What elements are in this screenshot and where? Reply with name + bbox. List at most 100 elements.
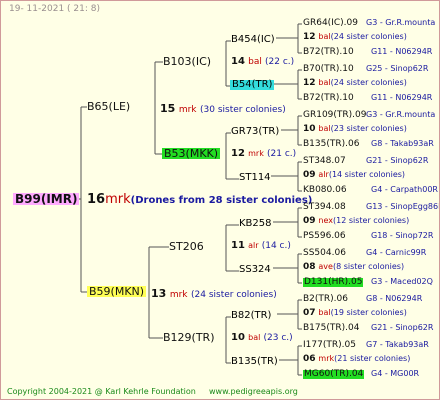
gen3-queen-2: B54(TR) xyxy=(230,79,275,90)
gen2-info-2: 12 mrk (21 c.) xyxy=(231,149,296,159)
gen4-drone-info-7: 07 bal(19 sister colonies) xyxy=(303,309,407,318)
pedigree-frame: 19- 11-2021 ( 21: 8) B99(IMR) 16mrk(Dron… xyxy=(0,0,440,400)
gen4-note-2: (24 sister colonies) xyxy=(330,78,407,87)
gen3-queen-7: B82(TR) xyxy=(231,310,272,321)
gen4-breeder-1: bal xyxy=(318,32,331,41)
gen4-breeder-3: bal xyxy=(318,124,331,133)
gen1-queen-1: B65(LE) xyxy=(87,100,131,113)
gen4-top-id-7: B2(TR).06 xyxy=(303,294,348,304)
gen4-drone-info-5: 09 nex(12 sister colonies) xyxy=(303,217,409,226)
gen4-count-4: 09 xyxy=(303,170,316,180)
gen4-note-1: (24 sister colonies) xyxy=(330,32,407,41)
gen4-top-pedigree-2: G25 - Sinop62R xyxy=(366,64,429,73)
gen1-info-1: 15 mrk (30 sister colonies) xyxy=(160,103,286,115)
gen4-drone-info-4: 09 alr(14 sister colonies) xyxy=(303,171,405,180)
footer-site: www.pedigreeapis.org xyxy=(209,387,298,396)
gen4-top-id-8: I177(TR).05 xyxy=(303,340,356,350)
gen2-info-1: 14 bal (22 c.) xyxy=(231,57,294,67)
gen4-drone-info-3: 10 bal(23 sister colonies) xyxy=(303,125,407,134)
gen4-bot-id-7: B175(TR).04 xyxy=(303,323,360,333)
gen2-note-1: (22 c.) xyxy=(265,57,295,67)
gen2-note-2: (21 c.) xyxy=(267,149,297,159)
gen4-breeder-8: mrk xyxy=(318,354,335,363)
gen2-note-4: (23 c.) xyxy=(263,333,293,343)
gen4-top-id-4: ST348.07 xyxy=(303,156,346,166)
gen3-queen-6: SS324 xyxy=(239,264,271,275)
gen2-breeder-1: bal xyxy=(248,57,262,67)
gen1-breeder-1: mrk xyxy=(178,105,197,115)
gen4-top-pedigree-7: G8 - N06294R xyxy=(366,294,423,303)
gen3-queen-1: B454(IC) xyxy=(231,34,275,45)
gen4-breeder-5: nex xyxy=(318,216,333,225)
gen4-count-6: 08 xyxy=(303,262,316,272)
gen2-queen-1: B103(IC) xyxy=(163,55,212,68)
gen2-queen-3: ST206 xyxy=(169,240,204,253)
gen4-top-id-3: GR109(TR).09 xyxy=(303,110,367,120)
gen4-note-7: (19 sister colonies) xyxy=(330,308,407,317)
gen4-breeder-2: bal xyxy=(318,78,331,87)
gen4-drone-info-2: 12 bal(24 sister colonies) xyxy=(303,79,407,88)
gen2-info-3: 11 alr (14 c.) xyxy=(231,241,291,251)
gen4-count-5: 09 xyxy=(303,216,316,226)
gen2-note-3: (14 c.) xyxy=(261,241,291,251)
gen2-info-4: 10 bal (23 c.) xyxy=(231,333,293,343)
gen4-bot-id-3: B135(TR).06 xyxy=(303,139,360,149)
root-count: 16 xyxy=(87,192,106,207)
gen4-top-pedigree-1: G3 - Gr.R.mounta xyxy=(366,18,436,27)
gen3-queen-5: KB258 xyxy=(239,218,272,229)
gen1-breeder-2: mrk xyxy=(169,290,188,300)
gen1-count-2: 13 xyxy=(151,287,167,300)
gen4-drone-info-8: 06 mrk(21 sister colonies) xyxy=(303,355,410,364)
gen4-count-3: 10 xyxy=(303,124,316,134)
gen2-count-4: 10 xyxy=(231,332,245,343)
gen3-queen-3: GR73(TR) xyxy=(231,126,280,137)
gen3-queen-4: ST114 xyxy=(239,172,271,183)
gen4-note-6: (8 sister colonies) xyxy=(332,262,405,271)
gen4-note-4: (14 sister colonies) xyxy=(328,170,406,179)
gen4-top-pedigree-5: G13 - SinopEgg86R xyxy=(366,202,440,211)
root-queen-label: B99(IMR) xyxy=(13,192,80,206)
gen4-count-8: 06 xyxy=(303,354,316,364)
gen2-count-1: 14 xyxy=(231,56,245,67)
gen4-top-id-5: ST394.08 xyxy=(303,202,346,212)
gen4-note-3: (23 sister colonies) xyxy=(330,124,407,133)
gen2-count-3: 11 xyxy=(231,240,245,251)
gen2-queen-4: B129(TR) xyxy=(163,331,215,344)
gen4-bot-id-1: B72(TR).10 xyxy=(303,47,354,57)
gen4-note-5: (12 sister colonies) xyxy=(333,216,410,225)
gen4-bot-pedigree-7: G21 - Sinop62R xyxy=(371,323,434,332)
gen4-drone-info-1: 12 bal(24 sister colonies) xyxy=(303,33,407,42)
gen4-breeder-7: bal xyxy=(318,308,331,317)
gen1-count-1: 15 xyxy=(160,102,176,115)
gen2-count-2: 12 xyxy=(231,148,245,159)
gen4-bot-id-5: PS596.06 xyxy=(303,231,346,241)
gen4-top-pedigree-3: G3 - Gr.R.mounta xyxy=(366,110,436,119)
root-breeder: mrk xyxy=(105,192,131,207)
gen4-top-pedigree-4: G21 - Sinop62R xyxy=(366,156,429,165)
gen4-count-2: 12 xyxy=(303,78,316,88)
gen4-bot-pedigree-8: G4 - MG00R xyxy=(371,369,420,378)
gen3-queen-8: B135(TR) xyxy=(231,356,278,367)
date-header: 19- 11-2021 ( 21: 8) xyxy=(9,4,100,14)
gen4-count-7: 07 xyxy=(303,308,316,318)
gen4-bot-pedigree-6: G3 - Maced02Q xyxy=(371,277,433,286)
gen4-breeder-6: ave xyxy=(318,262,333,271)
gen2-queen-2: B53(MKK) xyxy=(162,147,221,160)
gen4-top-pedigree-8: G7 - Takab93aR xyxy=(366,340,429,349)
gen4-bot-pedigree-2: G11 - N06294R xyxy=(371,93,433,102)
gen4-count-1: 12 xyxy=(303,32,316,42)
root-drone-info: 16mrk(Drones from 28 sister colonies) xyxy=(87,193,312,206)
gen4-bot-pedigree-5: G18 - Sinop72R xyxy=(371,231,434,240)
gen4-drone-info-6: 08 ave(8 sister colonies) xyxy=(303,263,404,272)
gen4-bot-id-2: B72(TR).10 xyxy=(303,93,354,103)
footer-copyright: Copyright 2004-2021 @ Karl Kehrle Founda… xyxy=(7,387,196,396)
gen1-note-2: (24 sister colonies) xyxy=(191,290,277,300)
gen4-bot-pedigree-1: G11 - N06294R xyxy=(371,47,433,56)
gen1-queen-2: B59(MKN) xyxy=(87,285,147,298)
gen1-info-2: 13 mrk (24 sister colonies) xyxy=(151,288,277,300)
gen4-top-id-6: SS504.06 xyxy=(303,248,346,258)
gen2-breeder-4: bal xyxy=(248,333,261,342)
gen2-breeder-2: mrk xyxy=(248,149,264,158)
gen4-bot-id-6: D131(HR).05 xyxy=(303,277,364,287)
gen4-note-8: (21 sister colonies) xyxy=(334,354,411,363)
